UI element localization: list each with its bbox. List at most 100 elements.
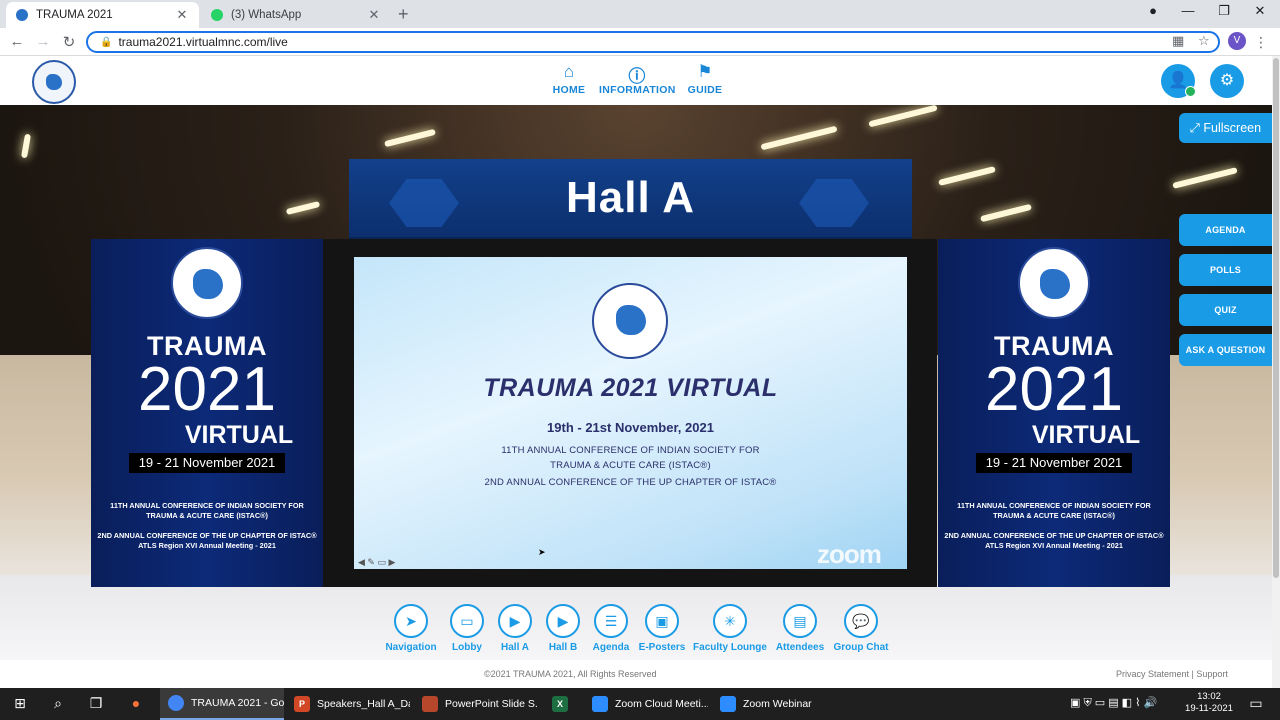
- copyright-text: ©2021 TRAUMA 2021, All Rights Reserved: [484, 669, 657, 679]
- ceiling-light: [285, 200, 321, 216]
- user-profile-button[interactable]: 👤: [1161, 64, 1196, 98]
- bookmark-star-icon[interactable]: ☆: [1198, 33, 1210, 49]
- taskbar-app-excel[interactable]: X: [544, 688, 582, 720]
- istac-logo: [1018, 247, 1090, 319]
- bottom-nav-label: Agenda: [592, 642, 630, 653]
- task-view-icon[interactable]: ❐: [86, 695, 106, 713]
- ask-a-question-button[interactable]: ASK A QUESTION: [1179, 334, 1272, 366]
- bottom-nav-lobby[interactable]: ▭ Lobby: [445, 604, 489, 653]
- tab-search-icon[interactable]: ●: [1143, 3, 1163, 18]
- firefox-icon[interactable]: ●: [126, 695, 146, 713]
- poster-subtitle: 11TH ANNUAL CONFERENCE OF INDIAN SOCIETY…: [957, 501, 1151, 510]
- hexagon-decoration: [799, 179, 869, 227]
- close-tab-icon[interactable]: ✕: [367, 7, 381, 23]
- address-bar: ← → ↻ 🔒 trauma2021.virtualmnc.com/live ▦…: [0, 28, 1280, 56]
- taskbar-app-label: Zoom Webinar: [743, 698, 812, 710]
- poster-icon: ▣: [645, 604, 679, 638]
- screen-subtitle: 11TH ANNUAL CONFERENCE OF INDIAN SOCIETY…: [501, 445, 760, 456]
- taskbar-app-zoom-webinar[interactable]: Zoom Webinar: [712, 688, 836, 720]
- info-icon: ⓘ: [628, 67, 646, 86]
- back-icon[interactable]: ←: [8, 33, 26, 50]
- home-icon: ⌂: [563, 62, 575, 81]
- poster-subtitle: ATLS Region XVI Annual Meeting - 2021: [985, 541, 1123, 550]
- ceiling-light: [20, 133, 32, 159]
- bottom-nav-group-chat[interactable]: 💬 Group Chat: [832, 604, 890, 653]
- settings-button[interactable]: ⚙: [1210, 64, 1244, 98]
- close-tab-icon[interactable]: ✕: [175, 7, 189, 23]
- live-stream-screen[interactable]: TRAUMA 2021 VIRTUAL 19th - 21st November…: [354, 257, 907, 569]
- istac-logo[interactable]: [32, 60, 76, 104]
- hall-title: Hall A: [565, 173, 696, 222]
- poster-date: 19 - 21 November 2021: [976, 453, 1132, 473]
- clock-time: 13:02: [1197, 691, 1221, 702]
- bottom-nav-agenda[interactable]: ☰ Agenda: [590, 604, 632, 653]
- screen-date: 19th - 21st November, 2021: [547, 420, 714, 435]
- send-icon: ➤: [394, 604, 428, 638]
- page-scrollbar[interactable]: [1272, 56, 1280, 688]
- minimize-icon[interactable]: —: [1178, 3, 1198, 18]
- new-tab-icon[interactable]: +: [398, 4, 409, 25]
- taskbar-app-chrome[interactable]: TRAUMA 2021 - Go...: [160, 688, 284, 720]
- maximize-icon[interactable]: ❐: [1214, 3, 1234, 19]
- nav-information-label: INFORMATION: [599, 84, 676, 96]
- taskbar-app-zoom-meetings[interactable]: Zoom Cloud Meeti...: [584, 688, 708, 720]
- bottom-nav-label: Faculty Lounge: [693, 642, 767, 653]
- taskbar-app-slideshow[interactable]: PowerPoint Slide S...: [414, 688, 538, 720]
- istac-logo: [592, 283, 668, 359]
- notification-icon[interactable]: ▭: [1246, 695, 1266, 713]
- lock-icon: 🔒: [100, 36, 113, 48]
- ceiling-light: [938, 166, 996, 186]
- profile-avatar[interactable]: V: [1228, 32, 1246, 50]
- chat-icon: 💬: [844, 604, 878, 638]
- bottom-nav-label: Hall A: [501, 642, 529, 653]
- fullscreen-button[interactable]: ⤢ Fullscreen: [1179, 113, 1272, 143]
- bottom-nav-e-posters[interactable]: ▣ E-Posters: [638, 604, 686, 653]
- bottom-nav-label: Lobby: [452, 642, 482, 653]
- qr-code-icon[interactable]: ▦: [1172, 33, 1184, 49]
- tab-whatsapp[interactable]: (3) WhatsApp ✕: [201, 2, 391, 28]
- taskbar-app-powerpoint[interactable]: P Speakers_Hall A_Da...: [286, 688, 410, 720]
- taskbar-app-label: Zoom Cloud Meeti...: [615, 698, 708, 710]
- close-window-icon[interactable]: ✕: [1250, 3, 1270, 19]
- bottom-nav-hall-a[interactable]: ▶ Hall A: [494, 604, 536, 653]
- windows-start-icon[interactable]: ⊞: [10, 695, 30, 713]
- reload-icon[interactable]: ↻: [60, 33, 78, 51]
- fullscreen-label: Fullscreen: [1203, 121, 1262, 135]
- search-icon[interactable]: ⌕: [48, 695, 68, 713]
- bottom-nav-label: Attendees: [775, 642, 825, 653]
- quiz-button[interactable]: QUIZ: [1179, 294, 1272, 326]
- system-clock[interactable]: 13:02 19-11-2021: [1185, 691, 1233, 715]
- nav-guide[interactable]: ⚑ GUIDE: [687, 62, 723, 96]
- footer-links[interactable]: Privacy Statement | Support: [1116, 669, 1228, 679]
- bottom-nav-navigation[interactable]: ➤ Navigation: [383, 604, 439, 653]
- slide-tools-icon[interactable]: ◀ ✎ ▭ ▶: [358, 557, 395, 568]
- bottom-nav-attendees[interactable]: ▤ Attendees: [773, 604, 827, 653]
- bottom-nav-faculty-lounge[interactable]: ✳ Faculty Lounge: [692, 604, 768, 653]
- agenda-button[interactable]: AGENDA: [1179, 214, 1272, 246]
- poster-title-year: 2021: [138, 355, 276, 424]
- browser-menu-icon[interactable]: ⋮: [1254, 34, 1268, 51]
- bottom-nav-label: Navigation: [385, 642, 437, 653]
- tab-trauma-2021[interactable]: TRAUMA 2021 ✕: [6, 2, 199, 28]
- nav-home[interactable]: ⌂ HOME: [552, 62, 586, 96]
- poster-subtitle: 11TH ANNUAL CONFERENCE OF INDIAN SOCIETY…: [110, 501, 304, 510]
- polls-button[interactable]: POLLS: [1179, 254, 1272, 286]
- tab-title: (3) WhatsApp: [231, 9, 302, 21]
- gear-icon: ⚙: [1219, 72, 1235, 89]
- scrollbar-thumb[interactable]: [1273, 58, 1279, 578]
- system-tray-icons[interactable]: ▣ ⛨ ▭ ▤ ◧ ⌇ 🔊: [1070, 696, 1157, 710]
- url-field[interactable]: 🔒 trauma2021.virtualmnc.com/live: [86, 31, 1220, 53]
- forward-icon[interactable]: →: [34, 33, 52, 50]
- hexagon-decoration: [389, 179, 459, 227]
- nav-information[interactable]: ⓘ INFORMATION: [599, 62, 675, 96]
- bottom-nav-label: Group Chat: [833, 642, 889, 653]
- tab-title: TRAUMA 2021: [36, 9, 113, 21]
- user-icon: 👤: [1168, 72, 1188, 89]
- bottom-nav-hall-b[interactable]: ▶ Hall B: [542, 604, 584, 653]
- hall-banner: Hall A: [349, 159, 912, 241]
- poster-title-year: 2021: [985, 355, 1123, 424]
- trauma-favicon-icon: [16, 9, 28, 21]
- slideshow-icon: [422, 696, 438, 712]
- nav-guide-label: GUIDE: [687, 84, 723, 96]
- url-text: trauma2021.virtualmnc.com/live: [118, 35, 288, 49]
